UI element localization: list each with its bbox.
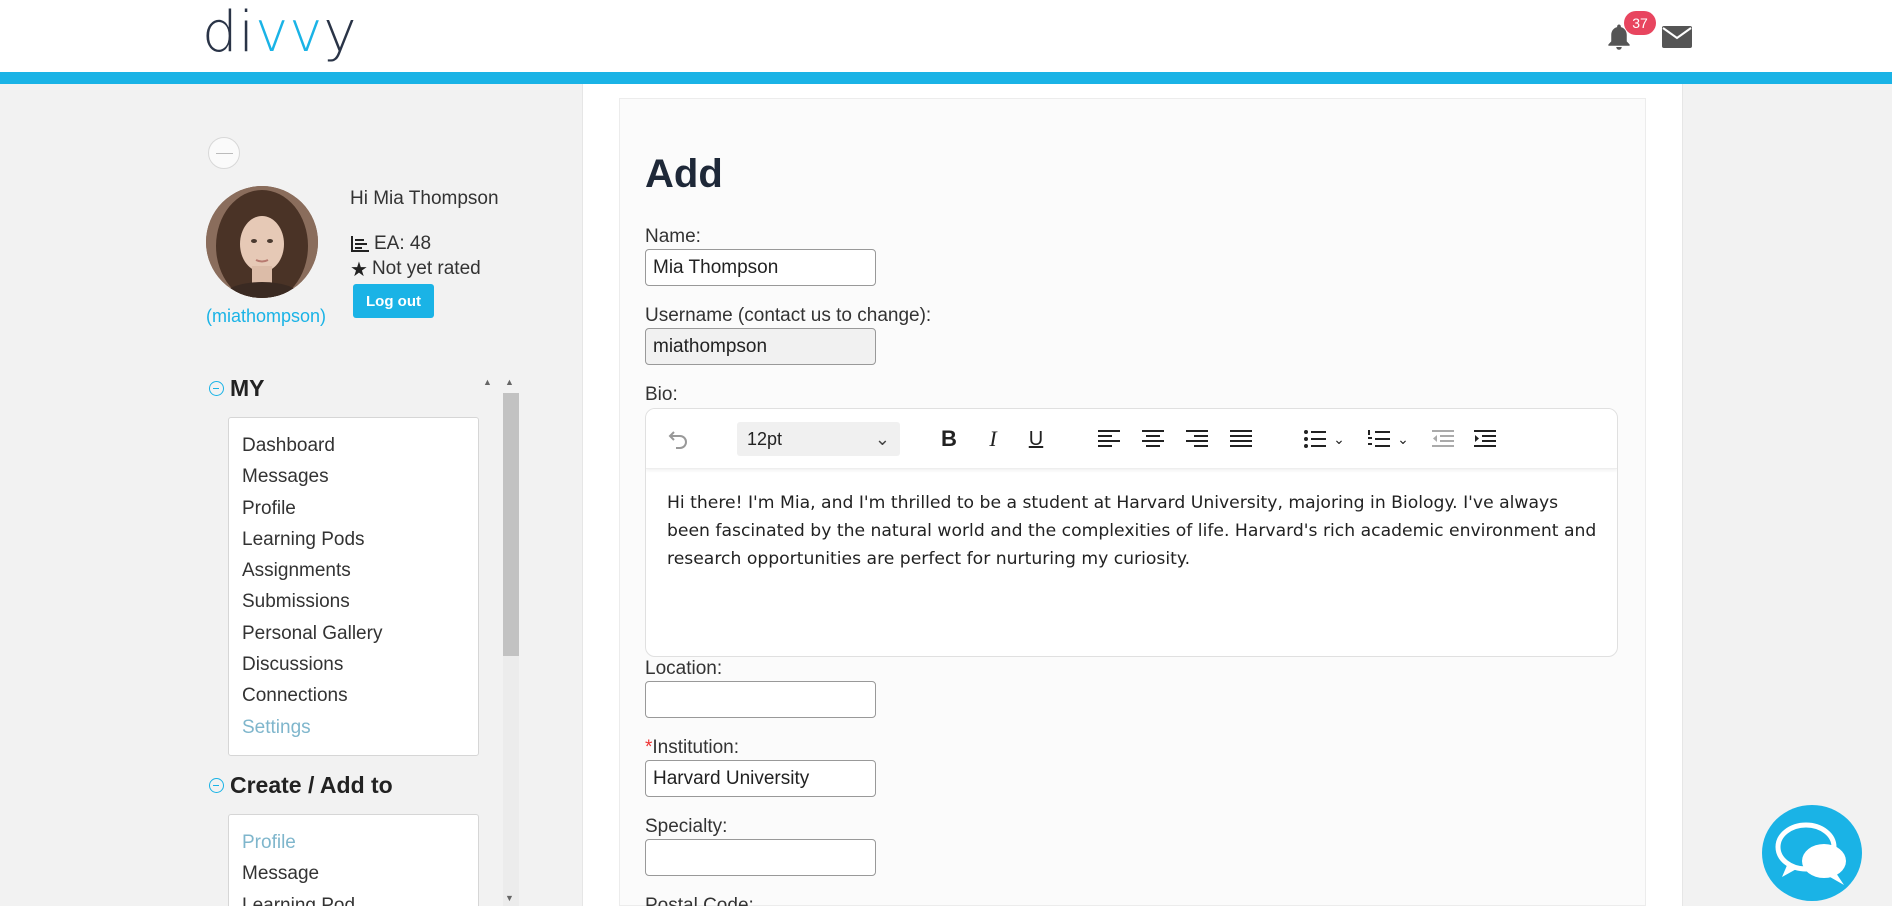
chat-widget-button[interactable]: [1762, 805, 1862, 901]
sidebar-item-learning-pods[interactable]: Learning Pods: [242, 528, 478, 559]
align-justify-icon[interactable]: [1228, 426, 1254, 452]
align-left-icon[interactable]: [1096, 426, 1122, 452]
logo-text-v2: v: [289, 0, 324, 65]
bio-label: Bio:: [645, 384, 678, 405]
chevron-down-icon: ⌄: [874, 429, 890, 449]
collapse-sidebar-button[interactable]: [208, 137, 240, 169]
username-label: Username (contact us to change):: [645, 305, 932, 326]
star-icon: ★: [350, 257, 368, 281]
avatar: [206, 186, 318, 298]
create-section-header[interactable]: Create / Add to: [209, 772, 393, 799]
notification-count-badge: 37: [1624, 11, 1656, 35]
my-section-header[interactable]: MY: [209, 375, 265, 402]
sidebar-item-submissions[interactable]: Submissions: [242, 590, 478, 621]
header-accent-bar: [0, 72, 1892, 84]
sidebar-scrollbar-thumb[interactable]: [503, 393, 519, 656]
institution-label: *Institution:: [645, 737, 739, 759]
mail-icon[interactable]: [1662, 26, 1692, 48]
scroll-up-arrow-icon[interactable]: ▲: [483, 377, 492, 387]
bold-icon[interactable]: B: [936, 426, 962, 452]
create-item-profile[interactable]: Profile: [242, 831, 478, 862]
divvy-logo[interactable]: divvy: [202, 0, 358, 65]
create-item-learning-pod[interactable]: Learning Pod: [242, 894, 478, 906]
rating-text: Not yet rated: [371, 258, 481, 279]
name-field[interactable]: [645, 249, 876, 286]
numbered-list-icon[interactable]: [1366, 426, 1392, 452]
sidebar-item-personal-gallery[interactable]: Personal Gallery: [242, 622, 478, 653]
create-section-title: Create / Add to: [230, 772, 393, 798]
chat-bubbles-icon: [1775, 822, 1846, 885]
institution-label-text: Institution:: [652, 737, 740, 758]
sidebar-item-profile[interactable]: Profile: [242, 497, 478, 528]
undo-icon[interactable]: [665, 426, 691, 452]
username-field[interactable]: [645, 328, 876, 365]
ea-score: EA: 48: [350, 233, 431, 255]
sidebar-item-assignments[interactable]: Assignments: [242, 559, 478, 590]
create-menu: Profile Message Learning Pod: [228, 814, 479, 906]
specialty-label: Specialty:: [645, 816, 728, 837]
sidebar-item-messages[interactable]: Messages: [242, 465, 478, 496]
font-size-value: 12pt: [747, 429, 783, 449]
name-label: Name:: [645, 226, 701, 247]
top-header: divvy 37: [0, 0, 1892, 72]
editor-toolbar: 12pt ⌄ B I U ⌄ ⌄: [646, 409, 1617, 469]
align-right-icon[interactable]: [1184, 426, 1210, 452]
logout-button[interactable]: Log out: [353, 284, 434, 318]
collapse-minus-icon: [209, 778, 224, 793]
underline-icon[interactable]: U: [1023, 426, 1049, 452]
specialty-field[interactable]: [645, 839, 876, 876]
bio-rich-text-editor[interactable]: 12pt ⌄ B I U ⌄ ⌄ Hi there! I'm Mia, and …: [645, 408, 1618, 657]
location-field[interactable]: [645, 681, 876, 718]
align-center-icon[interactable]: [1140, 426, 1166, 452]
indent-icon[interactable]: [1472, 426, 1498, 452]
my-section-title: MY: [230, 375, 265, 401]
sidebar-item-settings[interactable]: Settings: [242, 716, 478, 747]
bio-text[interactable]: Hi there! I'm Mia, and I'm thrilled to b…: [667, 489, 1602, 573]
chevron-down-icon[interactable]: ⌄: [1326, 426, 1352, 452]
scroll-down-arrow-icon[interactable]: ▼: [505, 893, 514, 903]
bullet-list-icon[interactable]: [1302, 426, 1328, 452]
chart-icon: [351, 236, 369, 252]
sidebar-item-dashboard[interactable]: Dashboard: [242, 434, 478, 465]
page-title: Add: [645, 152, 723, 196]
postal-code-label: Postal Code:: [645, 895, 754, 906]
font-size-select[interactable]: 12pt ⌄: [737, 422, 900, 456]
italic-icon[interactable]: I: [980, 426, 1006, 452]
institution-field[interactable]: [645, 760, 876, 797]
logo-text-v1: v: [255, 0, 290, 65]
sidebar-item-discussions[interactable]: Discussions: [242, 653, 478, 684]
location-label: Location:: [645, 658, 723, 679]
rating-status: ★ Not yet rated: [350, 257, 481, 281]
outdent-icon[interactable]: [1430, 426, 1456, 452]
logo-text-end: y: [323, 0, 358, 65]
my-menu: Dashboard Messages Profile Learning Pods…: [228, 417, 479, 756]
logo-text-start: di: [202, 0, 256, 65]
sidebar-item-connections[interactable]: Connections: [242, 684, 478, 715]
create-item-message[interactable]: Message: [242, 862, 478, 893]
greeting-text: Hi Mia Thompson: [350, 188, 499, 209]
collapse-minus-icon: [209, 381, 224, 396]
username-handle-link[interactable]: (miathompson): [206, 306, 326, 327]
ea-score-text: EA: 48: [374, 233, 432, 254]
chevron-down-icon[interactable]: ⌄: [1390, 426, 1416, 452]
scroll-up-arrow-icon[interactable]: ▲: [505, 377, 514, 387]
